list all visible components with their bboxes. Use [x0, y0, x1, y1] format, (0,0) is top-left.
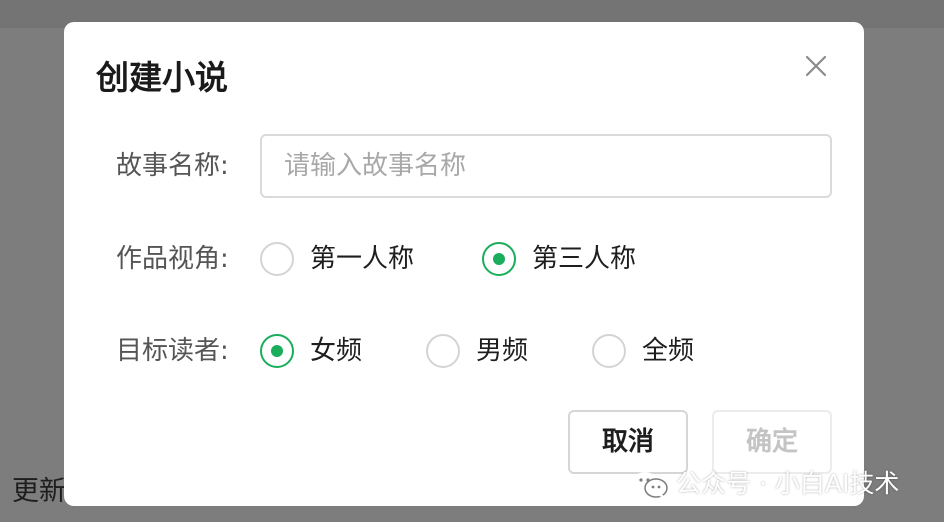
- wechat-icon: [633, 472, 668, 498]
- watermark-text: 公众号 · 小白AI技术: [676, 469, 900, 498]
- radio-circle: [260, 242, 294, 276]
- radio-dot: [271, 345, 283, 357]
- radio-circle: [426, 334, 460, 368]
- audience-male-radio[interactable]: 男频: [426, 333, 546, 369]
- close-button[interactable]: [800, 50, 832, 82]
- radio-dot: [493, 253, 505, 265]
- radio-label: 第一人称: [310, 244, 415, 274]
- audience-female-radio[interactable]: 女频: [260, 333, 380, 369]
- radio-label: 男频: [476, 336, 529, 366]
- radio-circle-checked: [260, 334, 294, 368]
- close-icon: [805, 55, 827, 77]
- dialog-title: 创建小说: [96, 58, 228, 97]
- create-novel-dialog: 创建小说 故事名称: 作品视角: 第一人称 第三人称 目标读者: 女频 男频 全…: [64, 22, 864, 506]
- radio-circle: [592, 334, 626, 368]
- confirm-button[interactable]: 确定: [712, 410, 832, 474]
- radio-label: 全频: [642, 336, 695, 366]
- perspective-third-person-radio[interactable]: 第三人称: [482, 241, 662, 277]
- perspective-first-person-radio[interactable]: 第一人称: [260, 241, 440, 277]
- story-name-input[interactable]: [260, 134, 832, 198]
- background-update-text: 更新: [12, 476, 66, 507]
- audience-all-radio[interactable]: 全频: [592, 333, 712, 369]
- radio-label: 第三人称: [532, 244, 637, 274]
- radio-circle-checked: [482, 242, 516, 276]
- cancel-button[interactable]: 取消: [568, 410, 688, 474]
- radio-label: 女频: [310, 336, 363, 366]
